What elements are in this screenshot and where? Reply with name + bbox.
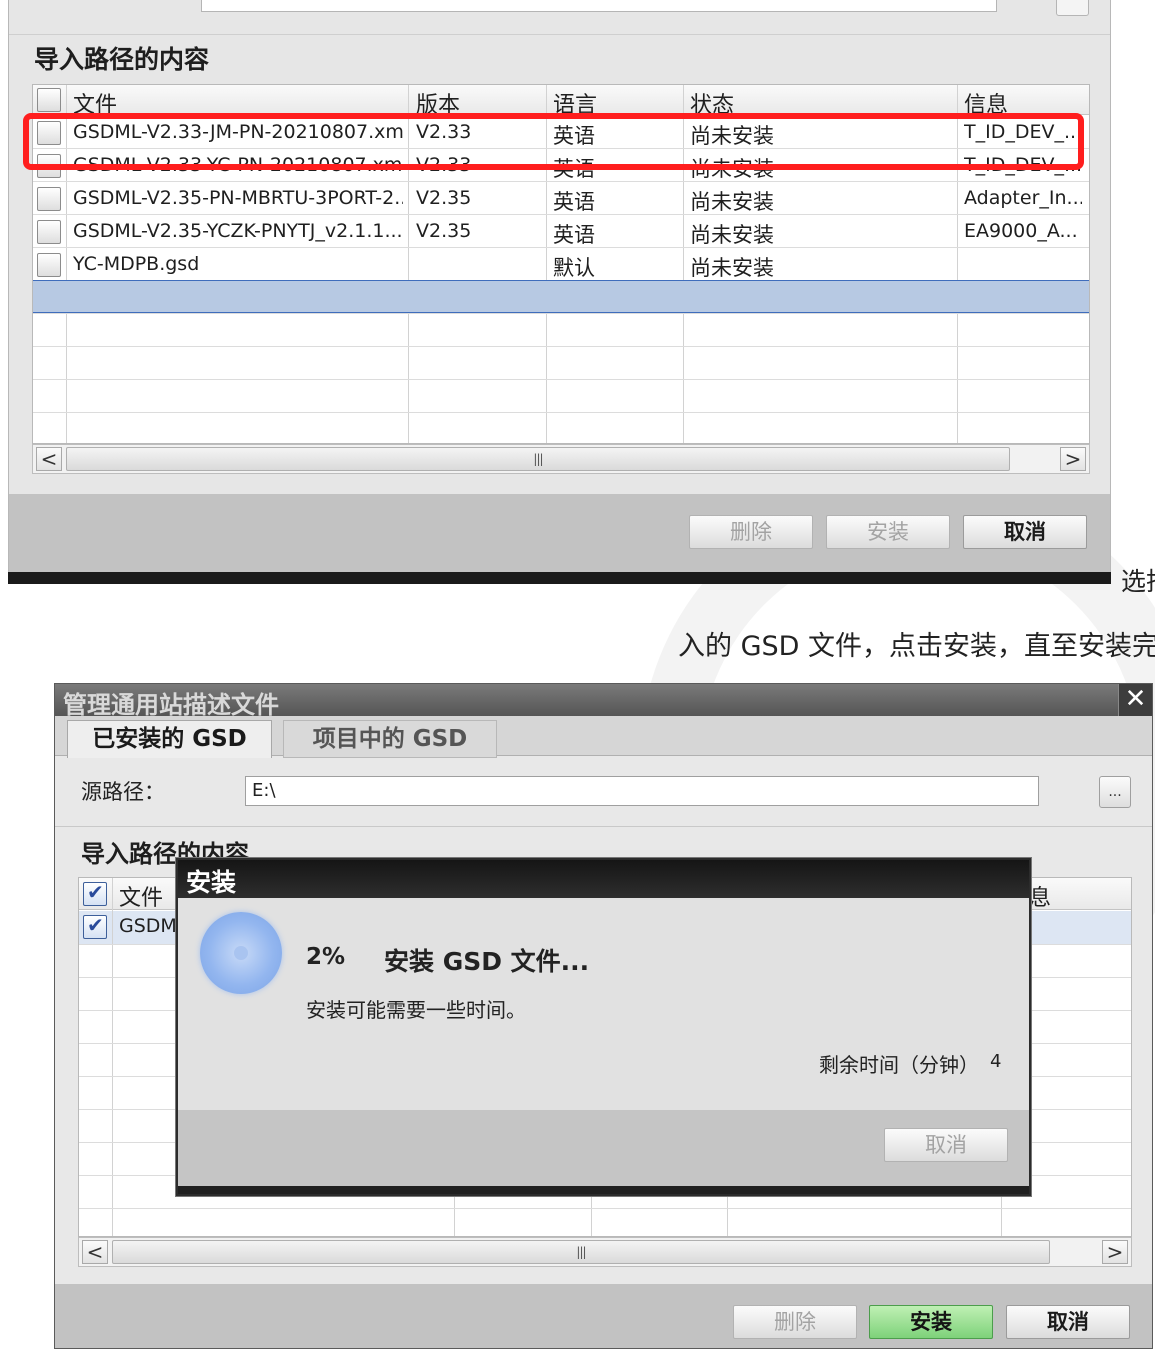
dialog-titlebar: 管理通用站描述文件 ✕	[55, 684, 1152, 719]
tab-project-gsd[interactable]: 项目中的 GSD	[283, 720, 497, 758]
horizontal-scrollbar[interactable]: < ||| >	[32, 444, 1090, 474]
row-version: V2.35	[416, 187, 472, 209]
modal-title: 安装	[186, 868, 237, 897]
row-language: 默认	[553, 256, 595, 280]
row-file: GSDML-V2.35-PN-MBRTU-3PORT-2...	[73, 187, 403, 209]
progress-task: 安装 GSD 文件...	[384, 947, 590, 976]
remaining-time-label: 剩余时间（分钟）	[819, 1053, 979, 1077]
install-progress-dialog: 安装 2% 安装 GSD 文件... 安装可能需要一些时间。 剩余时间（分钟） …	[176, 858, 1031, 1196]
row-language: 英语	[553, 223, 595, 247]
source-path-label: 源路径：	[81, 780, 165, 804]
column-header-info[interactable]: 息	[1029, 880, 1051, 912]
source-path-input[interactable]	[201, 0, 997, 12]
modal-cancel-button[interactable]: 取消	[884, 1128, 1008, 1162]
scroll-left-icon[interactable]: <	[82, 1240, 108, 1264]
row-checkbox[interactable]	[37, 187, 61, 211]
row-info: Adapter_In...	[964, 187, 1082, 209]
install-button[interactable]: 安装	[869, 1305, 993, 1339]
row-file: YC-MDPB.gsd	[73, 253, 200, 275]
scroll-left-icon[interactable]: <	[36, 447, 62, 471]
scroll-right-icon[interactable]: >	[1060, 447, 1086, 471]
row-checkbox[interactable]	[37, 220, 61, 244]
modal-titlebar: 安装	[178, 860, 1029, 898]
row-language: 英语	[553, 190, 595, 214]
row-status: 尚未安装	[690, 190, 774, 214]
scroll-thumb[interactable]: |||	[66, 447, 1010, 471]
select-all-checkbox[interactable]	[83, 880, 107, 906]
browse-button[interactable]	[1056, 0, 1089, 16]
row-status: 尚未安装	[690, 223, 774, 247]
scroll-thumb[interactable]: |||	[112, 1240, 1050, 1264]
tab-installed-gsd[interactable]: 已安装的 GSD	[67, 720, 272, 758]
divider	[9, 34, 1110, 35]
cancel-button[interactable]: 取消	[963, 515, 1087, 549]
progress-percent: 2%	[306, 944, 346, 970]
select-all-checkbox[interactable]	[37, 88, 61, 112]
close-icon[interactable]: ✕	[1118, 684, 1152, 716]
row-checkbox[interactable]	[83, 913, 107, 939]
progress-note: 安装可能需要一些时间。	[306, 998, 526, 1022]
remaining-time-value: 4	[990, 1051, 1002, 1072]
cancel-button[interactable]: 取消	[1006, 1305, 1130, 1339]
install-button[interactable]: 安装	[826, 515, 950, 549]
row-checkbox[interactable]	[37, 253, 61, 277]
caption-fragment: 选择	[1121, 567, 1155, 596]
top-dialog-panel: 导入路径的内容 文件 版本 语言 状态 信息 GSDML-V2.33-JM-PN…	[8, 0, 1111, 584]
delete-button[interactable]: 删除	[733, 1305, 857, 1339]
row-info: EA9000_A...	[964, 220, 1078, 242]
progress-spinner-icon	[200, 912, 282, 994]
row-file: GSDM	[119, 915, 177, 937]
row-status: 尚未安装	[690, 256, 774, 280]
row-version: V2.35	[416, 220, 472, 242]
modal-bottom-edge	[178, 1186, 1029, 1194]
window-bottom-edge	[8, 572, 1111, 584]
horizontal-scrollbar[interactable]: < ||| >	[78, 1237, 1132, 1267]
source-path-input[interactable]: E:\	[245, 776, 1039, 806]
highlight-box	[23, 113, 1084, 170]
scroll-right-icon[interactable]: >	[1102, 1240, 1128, 1264]
delete-button[interactable]: 删除	[689, 515, 813, 549]
caption-line: 入的 GSD 文件，点击安装，直至安装完成	[678, 631, 1155, 662]
selected-row[interactable]	[33, 280, 1089, 313]
browse-button[interactable]: ...	[1099, 776, 1131, 808]
section-title: 导入路径的内容	[34, 45, 210, 74]
dialog-title: 管理通用站描述文件	[63, 691, 279, 719]
row-file: GSDML-V2.35-YCZK-PNYTJ_v2.1.1...	[73, 220, 403, 242]
column-header-file[interactable]: 文件	[119, 880, 163, 912]
